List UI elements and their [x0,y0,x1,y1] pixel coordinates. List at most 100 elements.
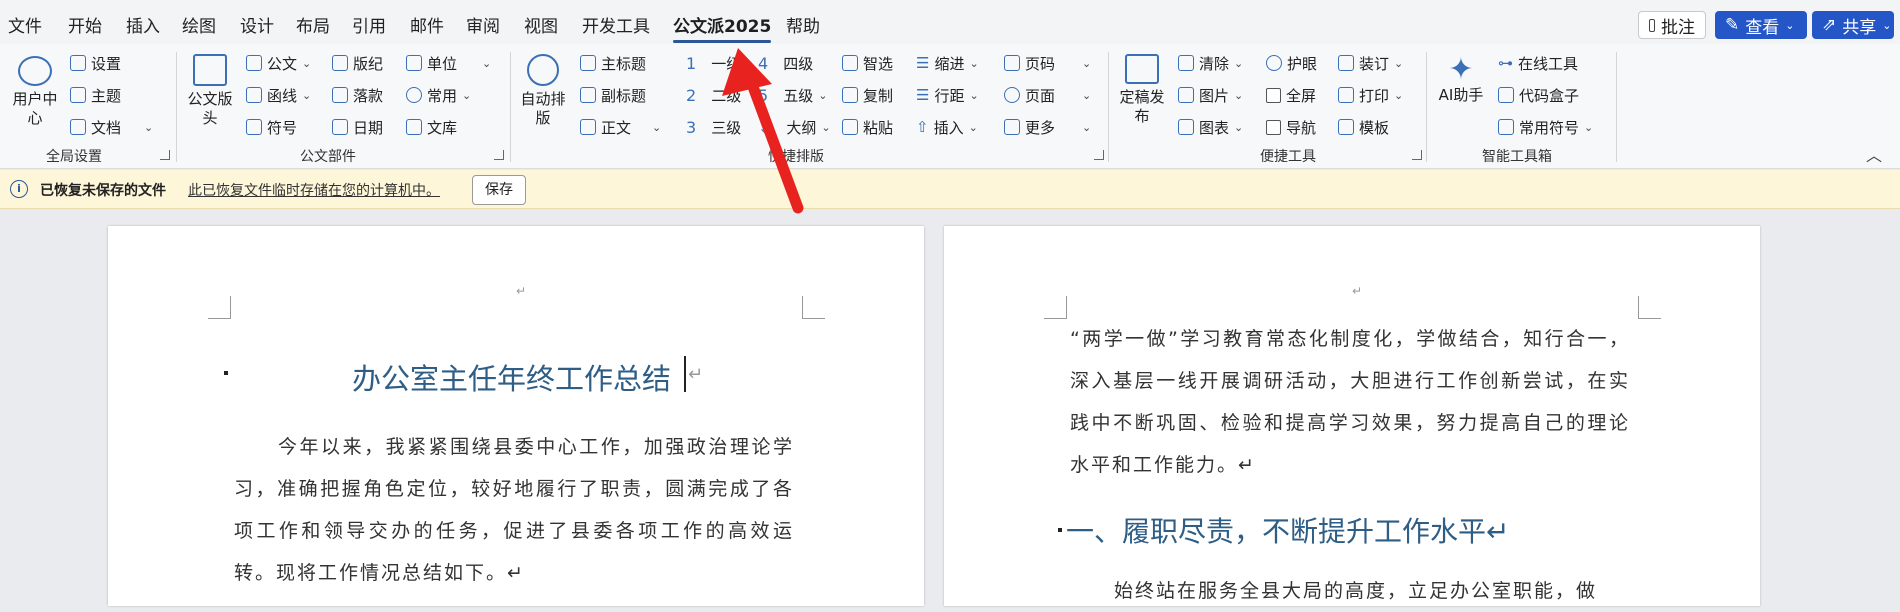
user-chat-icon [18,56,52,86]
paste-button[interactable]: 粘贴 [842,116,893,138]
chevron-down-icon: ⌄ [1082,120,1092,134]
symbols-icon [1498,119,1514,135]
divider [510,52,511,162]
chevron-down-icon: ⌄ [968,120,978,134]
chevron-down-icon: ⌄ [144,120,154,134]
menu-file[interactable]: 文件 [8,12,42,37]
menu-mailings[interactable]: 邮件 [410,12,444,37]
menu-draw[interactable]: 绘图 [182,12,216,37]
copy-icon [842,87,858,103]
body-paragraph[interactable]: 今年以来，我紧紧围绕县委中心工作，加强政治理论学习，准确把握角色定位，较好地履行… [234,426,794,594]
menu-help[interactable]: 帮助 [786,12,820,37]
divider [176,52,177,162]
smart-select-button[interactable]: 智选 [842,52,893,74]
settings-button[interactable]: 设置 [70,52,121,74]
settings-icon [70,55,86,71]
body-paragraph[interactable]: “两学一做”学习教育常态化制度化，学做结合，知行合一，深入基层一线开展调研活动，… [1070,318,1630,486]
menu-developer[interactable]: 开发工具 [582,12,650,37]
body-paragraph[interactable]: 始终站在服务全县大局的高度，立足办公室职能，做 [1070,570,1630,612]
letter-button[interactable]: 函线 ⌄ [246,84,311,106]
unit-icon [406,55,422,71]
dialog-launcher-icon[interactable] [1094,150,1104,160]
code-box-button[interactable]: 代码盒子 [1498,84,1579,106]
page-button[interactable]: 页面 ⌄ [1004,84,1091,106]
comment-button[interactable]: 批注 [1638,11,1706,39]
chevron-down-icon: ⌄ [969,88,979,102]
page-number-button[interactable]: 页码 ⌄ [1004,52,1091,74]
level3-button[interactable]: 3 三级 [686,116,741,138]
menu-insert[interactable]: 插入 [126,12,160,37]
navigation-checkbox[interactable]: 导航 [1266,116,1316,138]
view-button[interactable]: ✎ 查看 ⌄ [1715,11,1807,39]
insert-button[interactable]: ⇧ 插入 ⌄ [916,116,978,138]
print-button[interactable]: 打印 ⌄ [1338,84,1403,106]
level1-button[interactable]: 1 一级 [686,52,741,74]
collapse-ribbon-icon[interactable]: ︿ [1866,142,1882,166]
template-button[interactable]: 模板 [1338,116,1389,138]
subtitle-icon [580,87,596,103]
save-button[interactable]: 保存 [472,175,526,205]
smart-select-icon [842,55,858,71]
doc-button[interactable]: 文档 ⌄ [70,116,153,138]
common-symbols-button[interactable]: 常用符号 ⌄ [1498,116,1593,138]
more-button[interactable]: 更多 ⌄ [1004,116,1091,138]
menu-layout[interactable]: 布局 [296,12,330,37]
eye-care-button[interactable]: 护眼 [1266,52,1317,74]
chevron-down-icon: ⌄ [1394,88,1404,102]
notification-message[interactable]: 此已恢复文件临时存储在您的计算机中。 [188,180,440,200]
unit-button[interactable]: 单位 ⌄ [406,52,491,74]
theme-button[interactable]: 主题 [70,84,121,106]
online-tools-button[interactable]: ⊶ 在线工具 [1498,52,1578,74]
paragraph-mark: ↵ [1352,284,1363,298]
body-button[interactable]: 正文 ⌄ [580,116,661,138]
dialog-launcher-icon[interactable] [494,150,504,160]
library-button[interactable]: 文库 [406,116,457,138]
group-label-tools: 便捷工具 [1260,149,1316,165]
dialog-launcher-icon[interactable] [160,150,170,160]
menu-home[interactable]: 开始 [68,12,102,37]
fullscreen-checkbox[interactable]: 全屏 [1266,84,1316,106]
binding-button[interactable]: 装订 ⌄ [1338,52,1403,74]
body-icon [580,119,596,135]
chart-icon [1178,119,1194,135]
header-button[interactable]: 公文版头 [184,54,236,128]
user-center-button[interactable]: 用户中心 [10,56,60,128]
menu-design[interactable]: 设计 [240,12,274,37]
main-title-button[interactable]: 主标题 [580,52,646,74]
sub-title-button[interactable]: 副标题 [580,84,646,106]
publish-button[interactable]: 定稿发布 [1116,54,1168,126]
indent-button[interactable]: ☰ 缩进 ⌄ [916,52,979,74]
comment-icon [1649,18,1655,32]
common-button[interactable]: 常用 ⌄ [406,84,471,106]
chart-button[interactable]: 图表 ⌄ [1178,116,1243,138]
share-button[interactable]: ⇗ 共享 ⌄ [1812,11,1894,39]
chevron-down-icon: ⌄ [1882,18,1892,32]
paragraph-mark: ↵ [688,364,704,385]
ai-assistant-button[interactable]: ✦ AI助手 [1436,54,1486,105]
menu-references[interactable]: 引用 [352,12,386,37]
official-button[interactable]: 公文 ⌄ [246,52,311,74]
clear-button[interactable]: 清除 ⌄ [1178,52,1243,74]
image-button[interactable]: 图片 ⌄ [1178,84,1243,106]
level4-button[interactable]: 4 四级 [758,52,813,74]
symbol-icon [246,119,262,135]
layout-record-button[interactable]: 版纪 [332,52,383,74]
menu-view[interactable]: 视图 [524,12,558,37]
eye-icon [1266,55,1282,71]
level2-button[interactable]: 2 二级 [686,84,741,106]
line-spacing-button[interactable]: ☰ 行距 ⌄ [916,84,979,106]
document-title[interactable]: 办公室主任年终工作总结 [352,356,671,398]
date-button[interactable]: 日期 [332,116,383,138]
copy-button[interactable]: 复制 [842,84,893,106]
level5-button[interactable]: 5 五级 ⌄ [758,84,827,106]
menu-gongwenpai[interactable]: 公文派2025 [673,12,772,43]
section-heading[interactable]: 一、履职尽责，不断提升工作水平↵ [1066,510,1509,550]
symbol-button[interactable]: 符号 [246,116,297,138]
network-icon [527,54,559,86]
dialog-launcher-icon[interactable] [1412,150,1422,160]
menu-review[interactable]: 审阅 [466,12,500,37]
link-icon: ⊶ [1498,54,1513,72]
sign-button[interactable]: 落款 [332,84,383,106]
outline-button[interactable]: ⇩ 大纲 ⌄ [758,116,831,138]
auto-format-button[interactable]: 自动排版 [518,54,568,128]
